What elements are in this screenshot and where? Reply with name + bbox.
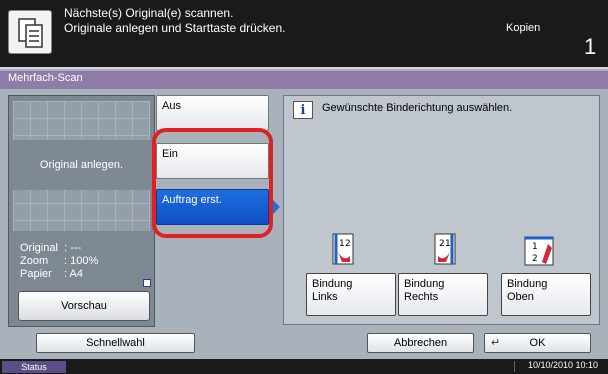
svg-text:1: 1 xyxy=(532,242,538,252)
binding-left-line2: Links xyxy=(312,291,338,303)
binding-top-icon: 1 2 xyxy=(522,232,558,268)
info-zoom: Zoom : 100% xyxy=(20,255,98,267)
selection-arrow-icon xyxy=(273,200,280,214)
svg-text:1: 1 xyxy=(339,239,345,249)
info-paper-label: Papier xyxy=(20,268,52,280)
info-paper: Papier : A4 xyxy=(20,268,83,280)
highlight-annotation xyxy=(152,128,273,238)
info-zoom-label: Zoom xyxy=(20,255,49,267)
info-original-value: : --- xyxy=(64,242,82,254)
status-bar xyxy=(0,359,608,374)
mode-label: Kopien xyxy=(506,22,541,34)
preview-button[interactable]: Vorschau xyxy=(18,291,150,321)
function-title-bar xyxy=(0,69,608,89)
binding-top-line1: Bindung xyxy=(507,278,548,290)
svg-text:2: 2 xyxy=(345,239,351,249)
binding-top-button[interactable]: Bindung Oben xyxy=(501,273,591,316)
option-aus-button[interactable]: Aus xyxy=(156,95,269,131)
paper-indicator-icon xyxy=(143,279,151,287)
binding-right-line2: Rechts xyxy=(404,291,439,303)
copy-count: 1 xyxy=(584,34,597,59)
ok-button[interactable]: ↵ OK xyxy=(484,333,591,353)
status-datetime: 10/10/2010 10:10 xyxy=(528,360,599,370)
binding-right-button[interactable]: Bindung Rechts xyxy=(398,273,488,316)
function-title: Mehrfach-Scan xyxy=(8,72,83,84)
svg-text:1: 1 xyxy=(445,239,451,249)
svg-text:2: 2 xyxy=(439,239,445,249)
info-icon: i xyxy=(293,101,313,119)
quick-setup-button[interactable]: Schnellwahl xyxy=(36,333,195,353)
binding-right-icon: 2 1 xyxy=(432,232,458,268)
enter-icon: ↵ xyxy=(491,337,501,349)
cancel-button[interactable]: Abbrechen xyxy=(367,333,474,353)
binding-left-icon: 2 1 xyxy=(330,232,356,268)
binding-instruction: Gewünschte Binderichtung auswählen. xyxy=(322,102,513,114)
binding-right-line1: Bindung xyxy=(404,278,445,290)
status-separator xyxy=(514,361,515,372)
info-zoom-value: : 100% xyxy=(64,255,99,267)
info-paper-value: : A4 xyxy=(64,268,83,280)
copy-scan-icon xyxy=(8,10,52,54)
preview-message: Original anlegen. xyxy=(13,140,150,190)
status-button[interactable]: Status xyxy=(2,361,66,373)
binding-left-line1: Bindung xyxy=(312,278,353,290)
binding-top-line2: Oben xyxy=(507,291,534,303)
ok-label: OK xyxy=(529,337,546,349)
info-original-label: Original xyxy=(20,242,58,254)
header-message-line1: Nächste(s) Original(e) scannen. xyxy=(64,6,234,20)
binding-left-button[interactable]: Bindung Links xyxy=(306,273,396,316)
header-message-line2: Originale anlegen und Starttaste drücken… xyxy=(64,21,286,35)
svg-text:2: 2 xyxy=(532,254,538,264)
info-original: Original : --- xyxy=(20,242,81,254)
